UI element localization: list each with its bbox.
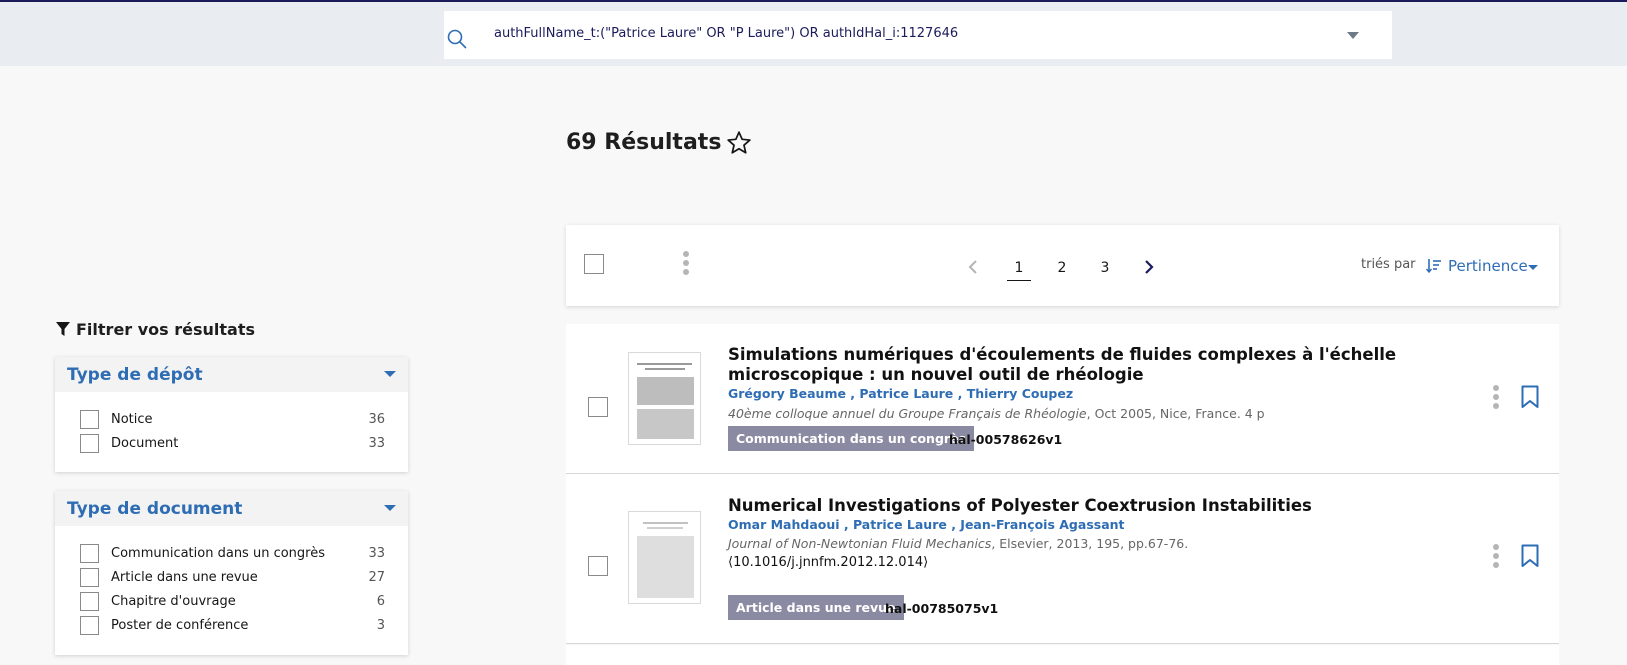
facet-option[interactable]: Chapitre d'ouvrage 6 — [80, 592, 385, 612]
result-source: Journal of Non-Newtonian Fluid Mechanics… — [728, 536, 1188, 551]
result-item — [566, 645, 1559, 665]
filter-funnel-icon — [56, 322, 70, 336]
facet-option-label: Document — [111, 436, 179, 451]
facet-title[interactable]: Type de dépôt — [67, 365, 203, 385]
facet-option[interactable]: Poster de conférence 3 — [80, 616, 385, 636]
search-query-text[interactable]: authFullName_t:("Patrice Laure" OR "P La… — [494, 26, 958, 41]
sort-dropdown[interactable]: Pertinence — [1448, 257, 1528, 275]
search-dropdown-chevron-icon[interactable] — [1347, 32, 1359, 39]
facet-option-label: Poster de conférence — [111, 618, 249, 633]
facet-header[interactable]: Type de dépôt — [55, 357, 408, 392]
facet-option-label: Communication dans un congrès — [111, 546, 325, 561]
result-source-journal: Journal of Non-Newtonian Fluid Mechanics — [728, 536, 992, 551]
facet-option-label: Chapitre d'ouvrage — [111, 594, 236, 609]
result-source-journal: 40ème colloque annuel du Groupe Français… — [728, 406, 1087, 421]
select-all-checkbox[interactable] — [584, 254, 604, 274]
facet-option-count: 33 — [368, 436, 385, 451]
facet-checkbox[interactable] — [80, 434, 99, 453]
result-select-checkbox[interactable] — [588, 397, 608, 417]
result-item: Numerical Investigations of Polyester Co… — [566, 474, 1559, 644]
result-source-details: , Oct 2005, Nice, France. 4 p — [1086, 406, 1265, 421]
facet-option[interactable]: Notice 36 — [80, 410, 385, 430]
bulk-actions-kebab-icon[interactable] — [682, 251, 690, 281]
result-title[interactable]: Numerical Investigations of Polyester Co… — [728, 496, 1453, 516]
result-authors[interactable]: Omar Mahdaoui , Patrice Laure , Jean-Fra… — [728, 517, 1125, 532]
facet-checkbox[interactable] — [80, 568, 99, 587]
star-icon[interactable] — [726, 130, 752, 156]
facet-option-count: 27 — [368, 570, 385, 585]
facet-option-count: 36 — [368, 412, 385, 427]
result-title[interactable]: Simulations numériques d'écoulements de … — [728, 345, 1453, 385]
sort-icon[interactable] — [1426, 258, 1442, 274]
facet-option-label: Notice — [111, 412, 153, 427]
facet-header[interactable]: Type de document — [55, 491, 408, 526]
bookmark-icon[interactable] — [1521, 544, 1539, 568]
search-icon[interactable] — [446, 28, 468, 50]
results-count: 69 Résultats — [566, 130, 722, 155]
hal-id[interactable]: hal-00578626v1 — [949, 432, 1062, 447]
collapse-chevron-icon[interactable] — [384, 371, 396, 377]
facet-option[interactable]: Communication dans un congrès 33 — [80, 544, 385, 564]
document-thumbnail[interactable] — [628, 352, 701, 445]
facet-option-count: 33 — [368, 546, 385, 561]
result-doi-link[interactable]: ⟨10.1016/j.jnnfm.2012.12.014⟩ — [728, 555, 928, 570]
facet-checkbox[interactable] — [80, 616, 99, 635]
facet-checkbox[interactable] — [80, 410, 99, 429]
result-authors[interactable]: Grégory Beaume , Patrice Laure , Thierry… — [728, 386, 1073, 401]
facet-type-document: Type de document Communication dans un c… — [55, 491, 408, 655]
page-link-1[interactable]: 1 — [1007, 260, 1031, 281]
next-page-chevron-icon[interactable] — [1142, 258, 1156, 276]
previous-page-chevron-icon[interactable] — [966, 258, 980, 276]
result-actions-kebab-icon[interactable] — [1492, 544, 1500, 574]
facet-option[interactable]: Article dans une revue 27 — [80, 568, 385, 588]
document-type-badge: Article dans une revue — [728, 595, 904, 620]
document-type-badge: Communication dans un congrès — [728, 426, 974, 451]
facet-option-count: 3 — [376, 618, 385, 633]
document-thumbnail[interactable] — [628, 511, 701, 604]
sort-label: triés par — [1361, 257, 1416, 272]
facet-checkbox[interactable] — [80, 592, 99, 611]
facet-title[interactable]: Type de document — [67, 499, 242, 519]
collapse-chevron-icon[interactable] — [384, 505, 396, 511]
page-link-2[interactable]: 2 — [1050, 260, 1074, 276]
facet-option[interactable]: Document 33 — [80, 434, 385, 454]
filter-section-title: Filtrer vos résultats — [76, 320, 256, 339]
facet-checkbox[interactable] — [80, 544, 99, 563]
page-link-3[interactable]: 3 — [1093, 260, 1117, 276]
result-actions-kebab-icon[interactable] — [1492, 385, 1500, 415]
hal-id[interactable]: hal-00785075v1 — [885, 601, 998, 616]
facet-option-label: Article dans une revue — [111, 570, 258, 585]
result-source-details: , Elsevier, 2013, 195, pp.67-76. — [991, 536, 1189, 551]
result-select-checkbox[interactable] — [588, 556, 608, 576]
facet-type-depot: Type de dépôt Notice 36 Document 33 — [55, 357, 408, 472]
sort-chevron-down-icon[interactable] — [1528, 265, 1538, 270]
bookmark-icon[interactable] — [1521, 385, 1539, 409]
result-source: 40ème colloque annuel du Groupe Français… — [728, 406, 1265, 421]
facet-option-count: 6 — [376, 594, 385, 609]
result-item: Simulations numériques d'écoulements de … — [566, 324, 1559, 474]
